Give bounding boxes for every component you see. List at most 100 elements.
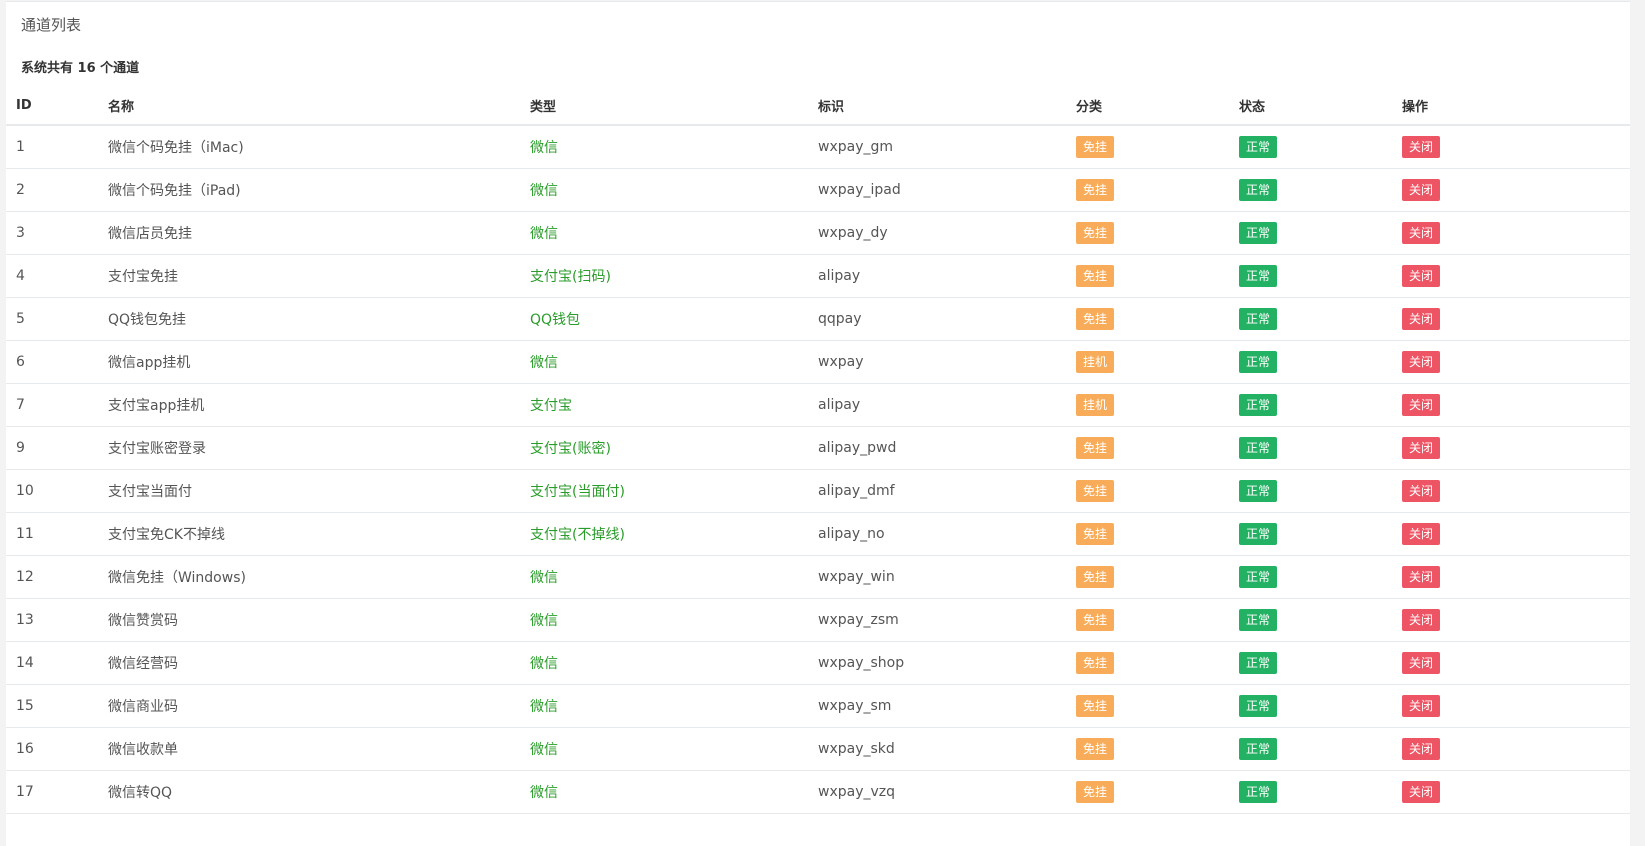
table-row: 4 支付宝免挂 支付宝(扫码) alipay 免挂 正常 关闭 <box>6 254 1630 298</box>
close-button[interactable]: 关闭 <box>1402 136 1441 158</box>
cell-action: 关闭 <box>1392 684 1630 728</box>
close-button[interactable]: 关闭 <box>1402 566 1441 588</box>
table-row: 15 微信商业码 微信 wxpay_sm 免挂 正常 关闭 <box>6 684 1630 728</box>
cell-category: 免挂 <box>1066 770 1229 814</box>
cell-category: 免挂 <box>1066 297 1229 341</box>
cell-code: alipay_pwd <box>808 426 1066 470</box>
status-badge: 正常 <box>1239 437 1278 459</box>
header-name: 名称 <box>98 86 520 126</box>
category-badge: 免挂 <box>1076 781 1115 803</box>
close-button[interactable]: 关闭 <box>1402 179 1441 201</box>
cell-name: 微信免挂（Windows) <box>98 555 520 599</box>
header-code: 标识 <box>808 86 1066 126</box>
cell-category: 免挂 <box>1066 211 1229 255</box>
close-button[interactable]: 关闭 <box>1402 781 1441 803</box>
status-badge: 正常 <box>1239 394 1278 416</box>
cell-id: 9 <box>6 426 98 470</box>
close-button[interactable]: 关闭 <box>1402 652 1441 674</box>
table-row: 5 QQ钱包免挂 QQ钱包 qqpay 免挂 正常 关闭 <box>6 297 1630 341</box>
close-button[interactable]: 关闭 <box>1402 480 1441 502</box>
close-button[interactable]: 关闭 <box>1402 738 1441 760</box>
cell-status: 正常 <box>1229 340 1392 384</box>
cell-code: wxpay_gm <box>808 125 1066 169</box>
close-button[interactable]: 关闭 <box>1402 394 1441 416</box>
cell-name: 微信转QQ <box>98 770 520 814</box>
close-button[interactable]: 关闭 <box>1402 351 1441 373</box>
close-button[interactable]: 关闭 <box>1402 695 1441 717</box>
cell-name: 微信app挂机 <box>98 340 520 384</box>
cell-category: 免挂 <box>1066 168 1229 212</box>
cell-category: 免挂 <box>1066 469 1229 513</box>
cell-code: wxpay_zsm <box>808 598 1066 642</box>
cell-code: alipay_no <box>808 512 1066 556</box>
cell-name: 微信个码免挂（iPad) <box>98 168 520 212</box>
cell-action: 关闭 <box>1392 727 1630 771</box>
cell-action: 关闭 <box>1392 383 1630 427</box>
cell-category: 免挂 <box>1066 125 1229 169</box>
close-button[interactable]: 关闭 <box>1402 222 1441 244</box>
cell-code: qqpay <box>808 297 1066 341</box>
cell-status: 正常 <box>1229 254 1392 298</box>
summary-prefix: 系统共有 <box>21 61 74 76</box>
status-badge: 正常 <box>1239 222 1278 244</box>
cell-type: 微信 <box>520 168 808 212</box>
status-badge: 正常 <box>1239 738 1278 760</box>
close-button[interactable]: 关闭 <box>1402 437 1441 459</box>
cell-status: 正常 <box>1229 469 1392 513</box>
cell-type: 微信 <box>520 770 808 814</box>
cell-name: 支付宝app挂机 <box>98 383 520 427</box>
panel-title: 通道列表 <box>21 16 82 34</box>
category-badge: 免挂 <box>1076 265 1115 287</box>
table-row: 9 支付宝账密登录 支付宝(账密) alipay_pwd 免挂 正常 关闭 <box>6 426 1630 470</box>
cell-type: 支付宝 <box>520 383 808 427</box>
status-badge: 正常 <box>1239 308 1278 330</box>
cell-name: 微信个码免挂（iMac) <box>98 125 520 169</box>
cell-id: 10 <box>6 469 98 513</box>
category-badge: 免挂 <box>1076 609 1115 631</box>
cell-category: 免挂 <box>1066 598 1229 642</box>
cell-id: 6 <box>6 340 98 384</box>
cell-type: 支付宝(扫码) <box>520 254 808 298</box>
table-row: 3 微信店员免挂 微信 wxpay_dy 免挂 正常 关闭 <box>6 211 1630 255</box>
category-badge: 免挂 <box>1076 222 1115 244</box>
cell-type: 支付宝(不掉线) <box>520 512 808 556</box>
category-badge: 免挂 <box>1076 523 1115 545</box>
cell-id: 7 <box>6 383 98 427</box>
table-row: 10 支付宝当面付 支付宝(当面付) alipay_dmf 免挂 正常 关闭 <box>6 469 1630 513</box>
cell-category: 免挂 <box>1066 512 1229 556</box>
cell-type: QQ钱包 <box>520 297 808 341</box>
status-badge: 正常 <box>1239 351 1278 373</box>
cell-type: 微信 <box>520 555 808 599</box>
cell-name: 微信经营码 <box>98 641 520 685</box>
cell-code: wxpay_sm <box>808 684 1066 728</box>
cell-action: 关闭 <box>1392 340 1630 384</box>
cell-action: 关闭 <box>1392 297 1630 341</box>
cell-code: alipay <box>808 254 1066 298</box>
category-badge: 免挂 <box>1076 437 1115 459</box>
cell-category: 免挂 <box>1066 555 1229 599</box>
cell-id: 17 <box>6 770 98 814</box>
cell-type: 微信 <box>520 125 808 169</box>
cell-name: 支付宝免CK不掉线 <box>98 512 520 556</box>
channel-table: ID 名称 类型 标识 分类 状态 操作 1 微信个码免挂（iMac) 微信 wxpa… <box>6 86 1630 814</box>
cell-status: 正常 <box>1229 426 1392 470</box>
cell-id: 16 <box>6 727 98 771</box>
cell-status: 正常 <box>1229 211 1392 255</box>
cell-action: 关闭 <box>1392 641 1630 685</box>
summary-suffix: 个通道 <box>100 61 140 76</box>
close-button[interactable]: 关闭 <box>1402 308 1441 330</box>
close-button[interactable]: 关闭 <box>1402 265 1441 287</box>
cell-action: 关闭 <box>1392 211 1630 255</box>
cell-name: 支付宝免挂 <box>98 254 520 298</box>
cell-type: 微信 <box>520 598 808 642</box>
cell-code: wxpay_skd <box>808 727 1066 771</box>
category-badge: 免挂 <box>1076 738 1115 760</box>
cell-type: 支付宝(当面付) <box>520 469 808 513</box>
close-button[interactable]: 关闭 <box>1402 609 1441 631</box>
status-badge: 正常 <box>1239 480 1278 502</box>
cell-code: alipay_dmf <box>808 469 1066 513</box>
cell-name: 微信商业码 <box>98 684 520 728</box>
cell-id: 3 <box>6 211 98 255</box>
cell-action: 关闭 <box>1392 168 1630 212</box>
close-button[interactable]: 关闭 <box>1402 523 1441 545</box>
